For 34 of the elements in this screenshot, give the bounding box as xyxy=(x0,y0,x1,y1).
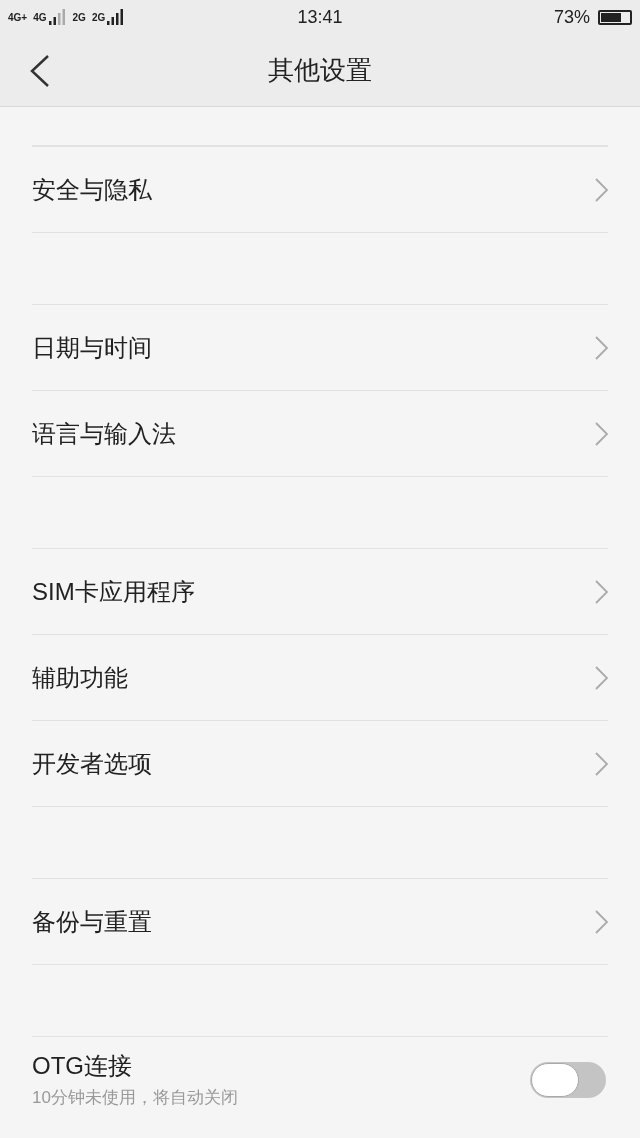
row-subtitle: 10分钟未使用，将自动关闭 xyxy=(32,1087,238,1109)
settings-row[interactable]: 备份与重置 xyxy=(32,878,608,965)
row-label: 辅助功能 xyxy=(32,662,128,693)
settings-row[interactable]: 日期与时间 xyxy=(32,304,608,391)
toggle-switch[interactable] xyxy=(530,1061,606,1098)
chevron-icon xyxy=(595,665,608,690)
row-label: 开发者选项 xyxy=(32,748,152,779)
row-label: 备份与重置 xyxy=(32,906,152,937)
settings-row[interactable]: 语言与输入法 xyxy=(32,391,608,477)
network-label: 4G xyxy=(33,11,47,23)
battery-percent: 73% xyxy=(553,6,590,28)
network-label: 2G xyxy=(72,11,86,23)
chevron-icon xyxy=(595,579,608,604)
chevron-icon xyxy=(595,335,608,360)
settings-row[interactable]: 辅助功能 xyxy=(32,635,608,721)
battery-icon xyxy=(598,9,632,25)
settings-row[interactable]: 开发者选项 xyxy=(32,721,608,807)
settings-row[interactable]: SIM卡应用程序 xyxy=(32,548,608,635)
chevron-icon xyxy=(595,751,608,776)
row-label: 安全与隐私 xyxy=(32,174,152,205)
row-label: SIM卡应用程序 xyxy=(32,576,195,607)
row-label: OTG连接 xyxy=(32,1051,133,1081)
clock: 13:41 xyxy=(297,6,343,27)
row-label: 语言与输入法 xyxy=(32,418,176,449)
chevron-icon xyxy=(595,421,608,446)
row-label: 日期与时间 xyxy=(32,332,152,363)
chevron-icon xyxy=(595,177,608,202)
signal-icon xyxy=(107,9,126,25)
settings-row[interactable]: 安全与隐私 xyxy=(32,146,608,233)
network-label: 2G xyxy=(91,11,106,23)
network-label: 4G+ xyxy=(8,11,28,23)
signal-icon xyxy=(48,9,67,25)
page-title: 其他设置 xyxy=(268,53,372,87)
chevron-icon xyxy=(595,909,608,934)
